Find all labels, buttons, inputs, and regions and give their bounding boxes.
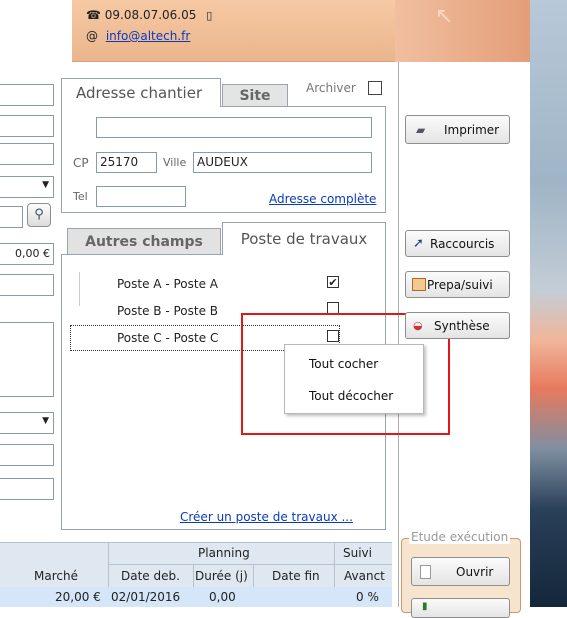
expand-arrow-icon: ↖ — [435, 4, 454, 29]
tab-adresse-chantier[interactable]: Adresse chantier — [61, 78, 221, 107]
left-field-3[interactable] — [0, 143, 54, 165]
synthesis-button-label: Synthèse — [434, 319, 490, 333]
full-address-link[interactable]: Adresse complète — [269, 192, 376, 206]
list-item-poste-a: Poste A - Poste A — [117, 277, 218, 291]
column-header[interactable]: Marché — [34, 569, 78, 583]
execution-group-legend: Etude exécution — [409, 530, 511, 544]
at-icon: @ — [86, 29, 98, 43]
document-icon — [420, 565, 431, 579]
print-button-label: Imprimer — [444, 123, 500, 137]
phone-icon: ☎ — [86, 8, 101, 22]
background-image-strip — [530, 0, 567, 607]
open-button[interactable]: Ouvrir — [411, 557, 510, 586]
create-poste-link[interactable]: Créer un poste de travaux ... — [180, 510, 353, 524]
left-field-2[interactable] — [0, 115, 54, 137]
printer-icon: ▰ — [416, 123, 426, 137]
planning-table: Planning Suivi Marché Date deb. Durée (j… — [0, 542, 392, 607]
mobile-icon: ▯ — [206, 9, 213, 22]
ville-label: Ville — [163, 156, 187, 169]
open-button-label: Ouvrir — [456, 565, 494, 579]
column-header[interactable]: Durée (j) — [195, 569, 248, 583]
header-group-suivi: Suivi — [343, 546, 372, 560]
column-header[interactable]: Date fin — [272, 569, 320, 583]
calendar-icon — [412, 278, 426, 291]
synthesis-button[interactable]: ◒ Synthèse — [405, 312, 510, 339]
prep-button[interactable]: Prepa/suivi — [405, 271, 510, 298]
amount-field[interactable]: 0,00 € — [0, 243, 54, 265]
archive-label: Archiver — [306, 81, 356, 95]
email-line: @ info@altech.fr — [86, 29, 190, 43]
search-button[interactable]: ⚲ — [27, 203, 51, 227]
email-link[interactable]: info@altech.fr — [106, 29, 190, 43]
phone-line: ☎ 09.08.07.06.05 ▯ — [86, 8, 212, 22]
tel-label: Tel — [73, 190, 88, 203]
shortcuts-button-label: Raccourcis — [430, 237, 495, 251]
left-select-1[interactable]: ▼ — [0, 176, 54, 198]
cp-input[interactable]: 25170 — [96, 152, 157, 173]
cell-marche: 20,00 € — [55, 590, 101, 604]
tab-poste-de-travaux[interactable]: Poste de travaux — [222, 222, 386, 255]
address-input[interactable] — [96, 117, 372, 138]
prep-button-label: Prepa/suivi — [427, 278, 493, 292]
header-left-blank — [0, 0, 72, 62]
second-exec-button[interactable]: ▮ — [411, 598, 510, 618]
search-icon: ⚲ — [34, 207, 44, 222]
shortcut-arrow-icon: ➚ — [413, 236, 424, 251]
cell-duree: 0,00 — [209, 590, 236, 604]
list-item-poste-c: Poste C - Poste C — [117, 331, 219, 345]
print-button[interactable]: ▰ Imprimer — [405, 115, 510, 144]
list-item-poste-b: Poste B - Poste B — [117, 304, 219, 318]
header-right-decor: ↖ — [395, 0, 530, 62]
cell-avanct: 0 % — [356, 590, 379, 604]
column-header[interactable]: Date deb. — [121, 569, 180, 583]
shortcuts-button[interactable]: ➚ Raccourcis — [405, 230, 510, 257]
list-divider — [79, 272, 80, 306]
chevron-down-icon: ▼ — [42, 180, 49, 190]
tab-autres-champs[interactable]: Autres champs — [67, 228, 221, 254]
archive-checkbox[interactable] — [368, 81, 382, 95]
left-field-1[interactable] — [0, 84, 54, 106]
checkbox-poste-a[interactable]: ✔ — [327, 276, 339, 289]
cp-label: CP — [73, 156, 89, 170]
left-select-2[interactable]: ▼ — [0, 412, 54, 434]
left-field-4[interactable] — [0, 206, 23, 228]
left-textarea[interactable] — [0, 322, 54, 397]
left-field-7[interactable] — [0, 478, 54, 500]
left-field-5[interactable] — [0, 274, 54, 296]
header-group-planning: Planning — [198, 546, 250, 560]
column-header[interactable]: Avanct — [344, 569, 385, 583]
cell-date-deb: 02/01/2016 — [111, 590, 181, 604]
ville-input[interactable]: AUDEUX — [193, 152, 372, 173]
disc-icon: ◒ — [413, 319, 423, 332]
table-row[interactable]: 20,00 € 02/01/2016 0,00 0 % — [0, 587, 392, 607]
chevron-down-icon: ▼ — [42, 416, 49, 426]
phone-number: 09.08.07.06.05 — [104, 8, 197, 22]
tel-input[interactable] — [96, 186, 186, 207]
tab-site[interactable]: Site — [222, 84, 288, 106]
left-field-6[interactable] — [0, 444, 54, 466]
